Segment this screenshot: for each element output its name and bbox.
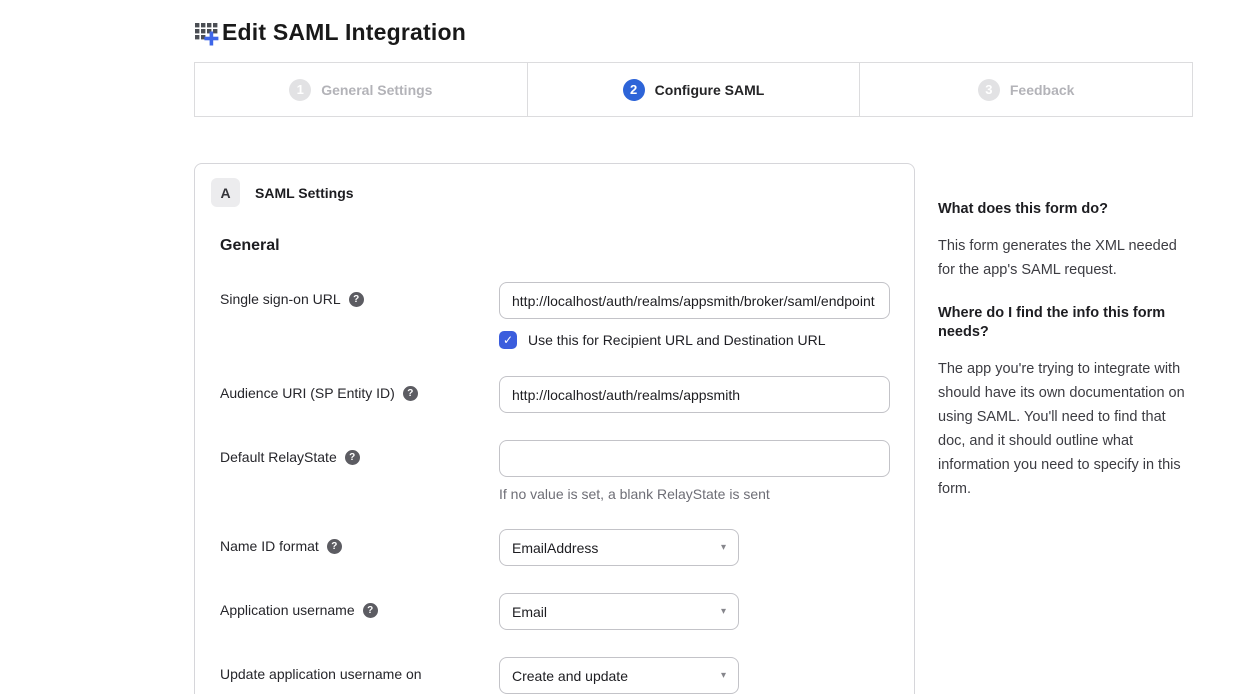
step-label: General Settings [321, 82, 432, 98]
audience-uri-input[interactable] [499, 376, 890, 413]
step-number-badge: 3 [978, 79, 1000, 101]
field-row-update-application-username: Update application username on Create an… [220, 657, 889, 694]
field-row-application-username: Application username ? Email ▾ [220, 593, 889, 630]
page: Edit SAML Integration 1 General Settings… [0, 0, 1254, 694]
help-question-2: Where do I find the info this form needs… [938, 304, 1194, 342]
help-question-1: What does this form do? [938, 200, 1194, 219]
page-title: Edit SAML Integration [222, 19, 466, 46]
panel-header: A SAML Settings [211, 178, 898, 207]
update-application-username-select[interactable]: Create and update ▾ [499, 657, 739, 694]
step-label: Configure SAML [655, 82, 765, 98]
field-row-sso-url: Single sign-on URL ? ✓ Use this for Reci… [220, 282, 889, 349]
help-answer-2: The app you're trying to integrate with … [938, 357, 1194, 501]
application-username-label: Application username [220, 602, 355, 619]
relay-state-label: Default RelayState [220, 449, 337, 466]
help-icon[interactable]: ? [345, 450, 360, 465]
field-row-relay-state: Default RelayState ? If no value is set,… [220, 440, 889, 502]
panel-title: SAML Settings [255, 185, 354, 201]
help-answer-1: This form generates the XML needed for t… [938, 234, 1194, 282]
wizard-step-general-settings[interactable]: 1 General Settings [195, 63, 527, 116]
sso-url-label: Single sign-on URL [220, 291, 341, 308]
saml-settings-panel: A SAML Settings General Single sign-on U… [194, 163, 915, 694]
help-sidebar: What does this form do? This form genera… [938, 163, 1194, 523]
step-label: Feedback [1010, 82, 1075, 98]
wizard-step-configure-saml[interactable]: 2 Configure SAML [527, 63, 860, 116]
help-icon[interactable]: ? [327, 539, 342, 554]
step-wizard: 1 General Settings 2 Configure SAML 3 Fe… [194, 62, 1193, 117]
name-id-format-select[interactable]: EmailAddress ▾ [499, 529, 739, 566]
name-id-format-label: Name ID format [220, 538, 319, 555]
caret-down-icon: ▾ [721, 670, 726, 681]
audience-uri-label: Audience URI (SP Entity ID) [220, 385, 395, 402]
update-application-username-label: Update application username on [220, 666, 422, 683]
help-icon[interactable]: ? [403, 386, 418, 401]
grid-plus-icon [194, 19, 221, 46]
content-area: A SAML Settings General Single sign-on U… [194, 163, 1193, 694]
relay-state-hint: If no value is set, a blank RelayState i… [499, 486, 890, 502]
field-row-name-id-format: Name ID format ? EmailAddress ▾ [220, 529, 889, 566]
page-header: Edit SAML Integration [194, 12, 1193, 52]
name-id-format-selected-value: EmailAddress [512, 540, 598, 556]
caret-down-icon: ▾ [721, 606, 726, 617]
sso-url-input[interactable] [499, 282, 890, 319]
application-username-select[interactable]: Email ▾ [499, 593, 739, 630]
section-a-badge: A [211, 178, 240, 207]
help-icon[interactable]: ? [363, 603, 378, 618]
panel-body: General Single sign-on URL ? ✓ Use this … [211, 237, 898, 694]
wizard-step-feedback[interactable]: 3 Feedback [859, 63, 1192, 116]
step-number-badge: 2 [623, 79, 645, 101]
step-number-badge: 1 [289, 79, 311, 101]
help-icon[interactable]: ? [349, 292, 364, 307]
application-username-selected-value: Email [512, 604, 547, 620]
recipient-destination-checkbox-label: Use this for Recipient URL and Destinati… [528, 332, 826, 348]
update-application-username-selected-value: Create and update [512, 668, 628, 684]
caret-down-icon: ▾ [721, 542, 726, 553]
field-row-audience-uri: Audience URI (SP Entity ID) ? [220, 376, 889, 413]
section-heading-general: General [220, 237, 889, 255]
recipient-destination-checkbox-row: ✓ Use this for Recipient URL and Destina… [499, 331, 890, 349]
recipient-destination-checkbox[interactable]: ✓ [499, 331, 517, 349]
relay-state-input[interactable] [499, 440, 890, 477]
